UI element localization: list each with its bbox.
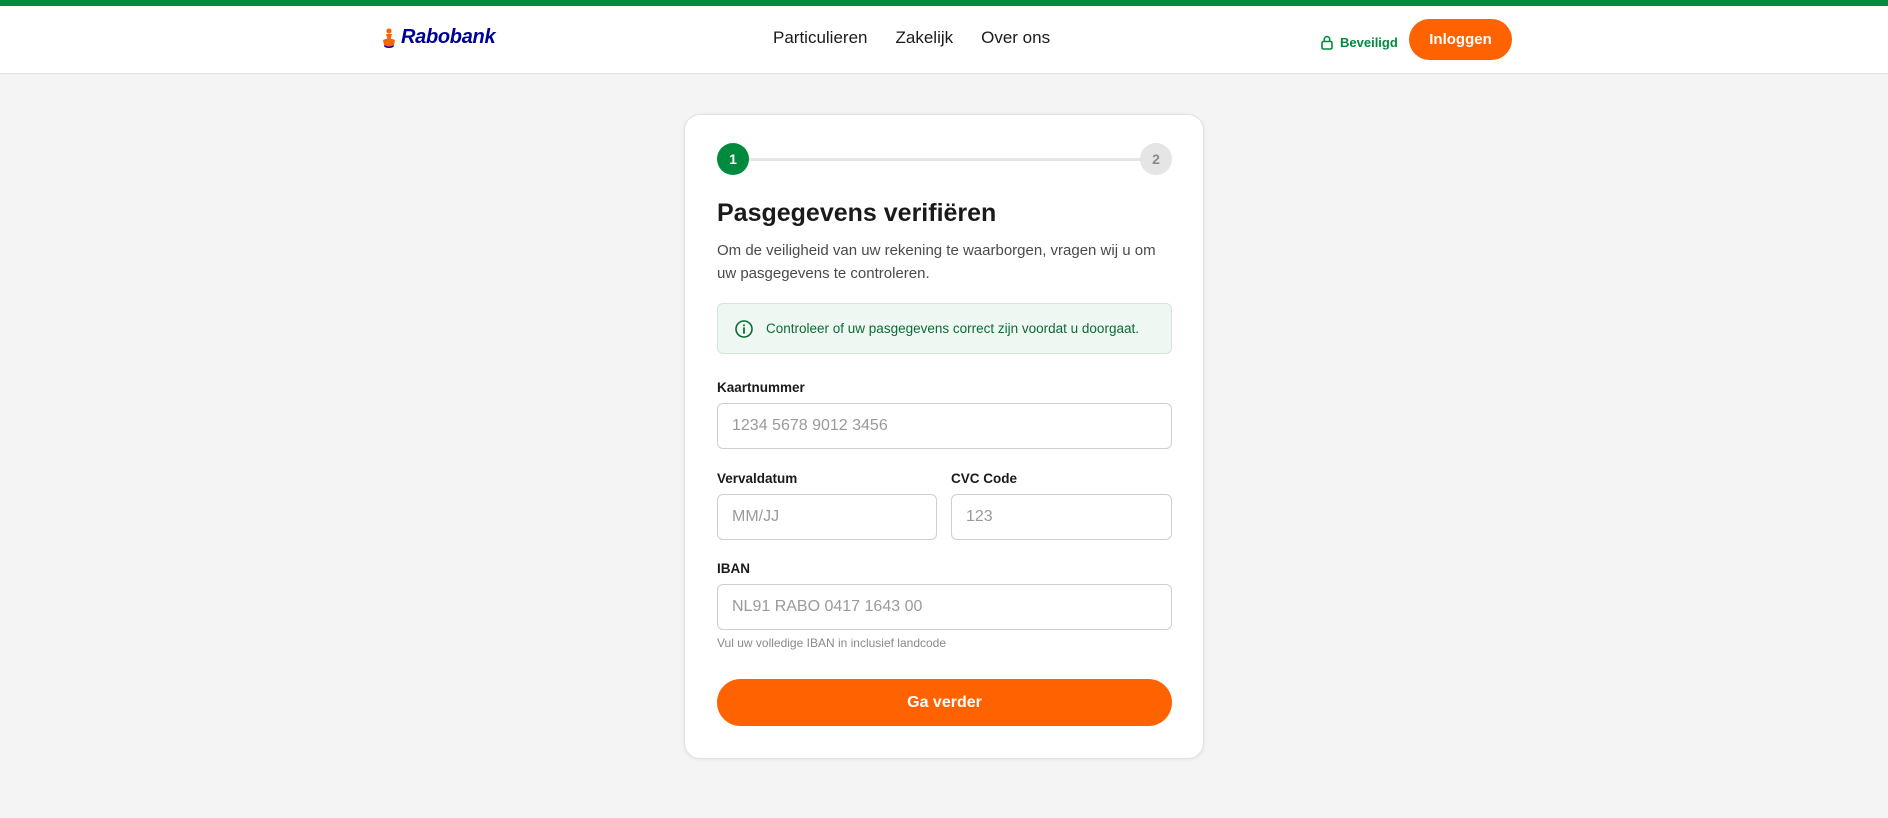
lock-icon [1321, 35, 1333, 50]
intro-text: Om de veiligheid van uw rekening te waar… [717, 242, 1156, 282]
nav-item-particulieren[interactable]: Particulieren [773, 28, 868, 48]
continue-button[interactable]: Ga verder [717, 679, 1172, 726]
secure-indicator: Beveiligd [1320, 35, 1398, 50]
info-icon [735, 319, 753, 338]
expiry-label: Vervaldatum [717, 471, 798, 486]
cvc-input[interactable] [951, 494, 1172, 540]
card-number-input[interactable] [717, 403, 1172, 449]
nav-item-zakelijk[interactable]: Zakelijk [896, 28, 954, 48]
info-notice: Controleer of uw pasgegevens correct zij… [717, 303, 1172, 354]
progress-stepper: 1 2 [717, 143, 1172, 175]
secure-label: Beveiligd [1340, 35, 1398, 50]
rabobank-logo-icon [383, 27, 395, 48]
card-number-label: Kaartnummer [717, 380, 805, 395]
expiry-input[interactable] [717, 494, 937, 540]
login-button[interactable]: Inloggen [1409, 19, 1512, 60]
step-2-indicator: 2 [1140, 143, 1172, 175]
logo-text: Rabobank [401, 26, 496, 48]
cvc-label: CVC Code [951, 471, 1018, 486]
page-title: Pasgegevens verifiëren [717, 199, 997, 227]
nav-item-over-ons[interactable]: Over ons [981, 28, 1050, 48]
verification-card: 1 2 Pasgegevens verifiëren Om de veiligh… [684, 114, 1204, 759]
iban-label: IBAN [717, 561, 750, 576]
site-header: Rabobank Particulieren Zakelijk Over ons… [0, 6, 1888, 74]
iban-hint: Vul uw volledige IBAN in inclusief landc… [717, 636, 947, 650]
notice-text: Controleer of uw pasgegevens correct zij… [766, 321, 1139, 336]
iban-input[interactable] [717, 584, 1172, 630]
main-nav: Particulieren Zakelijk Over ons [773, 28, 1050, 48]
stepper-line [733, 158, 1156, 161]
step-1-indicator: 1 [717, 143, 749, 175]
rabobank-logo[interactable]: Rabobank [381, 26, 496, 49]
